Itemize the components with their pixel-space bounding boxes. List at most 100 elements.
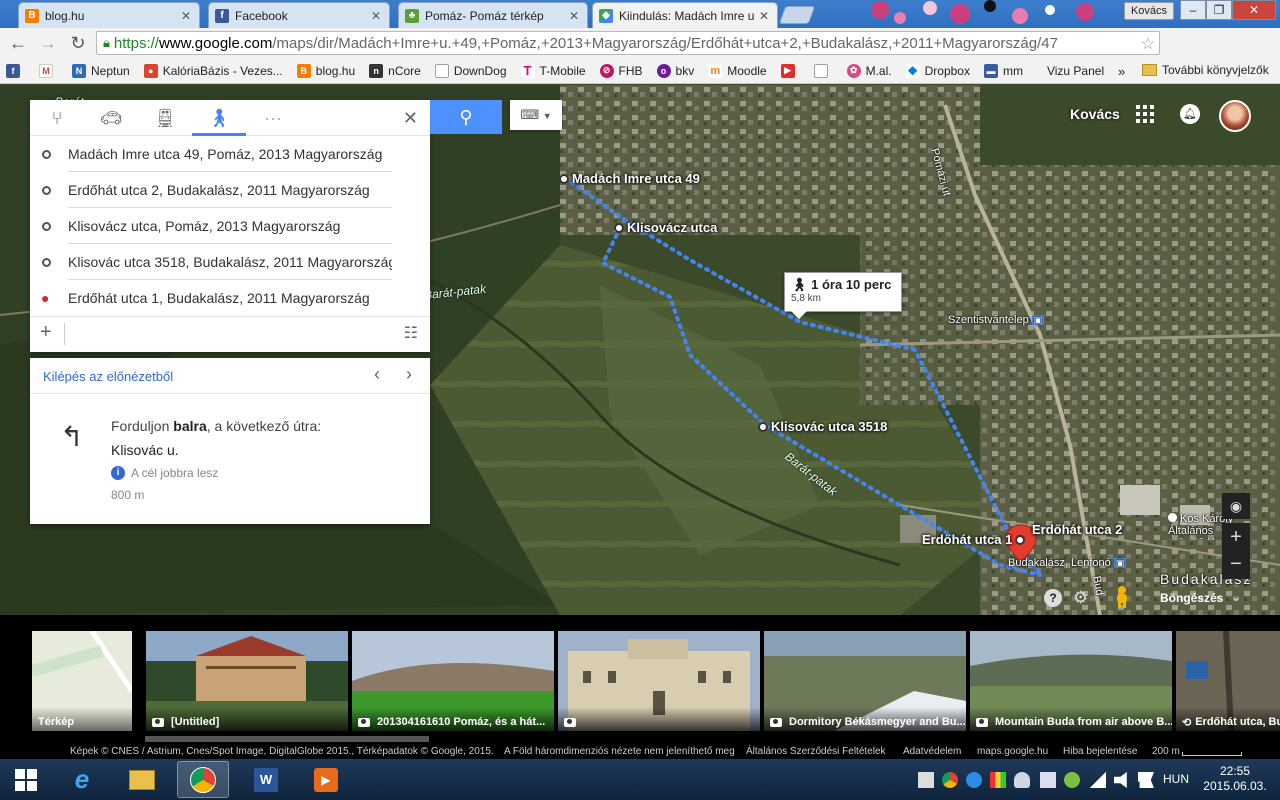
bookmark-page[interactable]: [813, 63, 833, 78]
mode-best-icon[interactable]: ⑂: [30, 100, 84, 136]
close-tab-icon[interactable]: ✕: [757, 9, 771, 23]
route-summary-bubble[interactable]: 🚶︎ 1 óra 10 perc 5,8 km: [784, 272, 902, 319]
waypoint-input[interactable]: Erdőhát utca 2, Budakalász, 2011 Magyaro…: [68, 172, 392, 208]
help-icon[interactable]: ?: [1044, 589, 1062, 607]
bookmark-downdog[interactable]: DownDog: [434, 63, 507, 78]
minimize-button[interactable]: –: [1180, 0, 1206, 20]
photo-thumbnail[interactable]: [Untitled]: [146, 631, 348, 731]
bookmark-bkv[interactable]: o bkv: [656, 63, 694, 78]
language-indicator[interactable]: HUN: [1163, 772, 1189, 786]
bookmark-youtube[interactable]: ▶: [780, 63, 800, 78]
terms-link[interactable]: Általános Szerződési Feltételek: [746, 746, 886, 757]
tray-windows-icon[interactable]: [918, 772, 934, 788]
add-destination-icon[interactable]: +: [40, 321, 52, 344]
route-options-icon[interactable]: ☷: [404, 323, 418, 343]
settings-gear-icon[interactable]: ⚙: [1073, 588, 1088, 608]
close-window-button[interactable]: ✕: [1232, 0, 1276, 20]
map-pin-klisovacz[interactable]: Klisovácz utca: [614, 220, 717, 235]
close-tab-icon[interactable]: ✕: [567, 9, 581, 23]
bus-stop-label[interactable]: Szentistvántelep ▣: [948, 314, 1045, 326]
mode-walking-icon[interactable]: 🚶︎: [192, 100, 246, 136]
waypoint-row[interactable]: ● Erdőhát utca 1, Budakalász, 2011 Magya…: [30, 280, 430, 316]
browse-label[interactable]: Böngészés: [1160, 591, 1223, 605]
keyboard-button[interactable]: ⌨ ▼: [510, 100, 562, 130]
bookmark-kaloriabazis[interactable]: ● KalóriaBázis - Vezes...: [143, 63, 283, 78]
privacy-link[interactable]: Adatvédelem: [903, 746, 961, 757]
more-modes-icon[interactable]: ···: [246, 100, 300, 136]
mode-car-icon[interactable]: 🚗︎: [84, 100, 138, 136]
profile-button[interactable]: Kovács: [1124, 2, 1174, 20]
tray-signal-icon[interactable]: [1090, 772, 1106, 788]
photo-thumbnail[interactable]: [558, 631, 760, 731]
tab-facebook[interactable]: f Facebook ✕: [208, 2, 390, 28]
report-error-link[interactable]: Hiba bejelentése: [1063, 746, 1138, 757]
bus-stop-label[interactable]: Budakalász, Lenfonó ▣: [1008, 557, 1127, 569]
previous-step-icon[interactable]: ‹: [374, 364, 380, 385]
taskbar-word[interactable]: W: [240, 761, 292, 798]
photo-strip-scrollbar[interactable]: [145, 736, 429, 742]
system-clock[interactable]: 22:55 2015.06.03.: [1202, 764, 1268, 794]
tray-speaker-icon[interactable]: [1114, 772, 1127, 788]
tray-chrome-icon[interactable]: [942, 772, 958, 788]
waypoint-row[interactable]: Madách Imre utca 49, Pomáz, 2013 Magyaro…: [30, 136, 430, 172]
tray-cloud-icon[interactable]: [1014, 772, 1030, 788]
taskbar-file-explorer[interactable]: [116, 761, 168, 798]
mode-transit-icon[interactable]: 🚆︎: [138, 100, 192, 136]
photo-thumbnail[interactable]: Dormitory Békásmegyer and Bu...: [764, 631, 966, 731]
account-name[interactable]: Kovács: [1070, 106, 1120, 122]
bookmark-mal[interactable]: ✿ M.al.: [846, 63, 892, 78]
bookmark-star-icon[interactable]: ☆: [1141, 34, 1155, 54]
start-button[interactable]: [0, 761, 52, 798]
forward-arrow-icon[interactable]: →: [36, 31, 60, 55]
waypoint-row[interactable]: Klisovácz utca, Pomáz, 2013 Magyarország: [30, 208, 430, 244]
next-step-icon[interactable]: ›: [406, 364, 412, 385]
close-directions-icon[interactable]: ✕: [403, 108, 418, 129]
domain-link[interactable]: maps.google.hu: [977, 746, 1048, 757]
map-pin-madach[interactable]: Madách Imre utca 49: [559, 171, 700, 186]
taskbar-chrome[interactable]: [177, 761, 229, 798]
collapse-chevron-icon[interactable]: ⌄: [1230, 588, 1242, 605]
search-button[interactable]: ⚲: [430, 100, 502, 134]
tray-battery-icon[interactable]: [990, 772, 1006, 788]
tray-network-icon[interactable]: [1040, 772, 1056, 788]
bookmark-neptun[interactable]: N Neptun: [72, 63, 130, 78]
street-view-thumbnail[interactable]: ⟲ Erdőhát utca, Bu: [1176, 631, 1280, 731]
waypoint-row[interactable]: Erdőhát utca 2, Budakalász, 2011 Magyaro…: [30, 172, 430, 208]
close-tab-icon[interactable]: ✕: [179, 9, 193, 23]
photo-thumbnail[interactable]: 201304161610 Pomáz, és a hát...: [352, 631, 554, 731]
bookmark-fhb[interactable]: ⊘ FHB: [599, 63, 643, 78]
waypoint-input[interactable]: Klisovác utca 3518, Budakalász, 2011 Mag…: [68, 244, 392, 280]
bookmark-dropbox[interactable]: ❖ Dropbox: [905, 63, 970, 78]
tray-vodafone-icon[interactable]: [1064, 772, 1080, 788]
photo-thumbnail[interactable]: Mountain Buda from air above B...: [970, 631, 1172, 731]
bookmark-blog[interactable]: Bblog.hu: [296, 63, 355, 78]
tab-google-maps[interactable]: ◆ Kiindulás: Madách Imre u ✕: [592, 2, 778, 28]
zoom-in-button[interactable]: +: [1222, 523, 1250, 551]
other-bookmarks-folder[interactable]: További könyvjelzők: [1142, 63, 1269, 77]
tray-app-icon[interactable]: [966, 772, 982, 788]
waypoint-input[interactable]: Klisovácz utca, Pomáz, 2013 Magyarország: [68, 208, 392, 244]
apps-grid-icon[interactable]: [1136, 105, 1154, 123]
avatar[interactable]: [1219, 100, 1251, 132]
close-tab-icon[interactable]: ✕: [369, 9, 383, 23]
bookmark-moodle[interactable]: m Moodle: [708, 63, 767, 78]
map-pin-erdohat-2[interactable]: Erdőhát utca 2: [1032, 522, 1122, 537]
bookmark-ncore[interactable]: n nCore: [369, 63, 421, 78]
bookmarks-overflow-button[interactable]: »: [1118, 64, 1125, 79]
address-bar[interactable]: 🔒︎ https://www.google.com/maps/dir/Madác…: [96, 31, 1160, 55]
taskbar-internet-explorer[interactable]: e: [56, 761, 108, 798]
taskbar-media-player[interactable]: ▶: [300, 761, 352, 798]
tab-blog[interactable]: B blog.hu ✕: [18, 2, 200, 28]
bookmark-gmail[interactable]: M: [39, 63, 58, 78]
notifications-bell-icon[interactable]: 🔔︎: [1180, 104, 1200, 124]
bookmark-facebook[interactable]: f: [6, 63, 25, 78]
restore-button[interactable]: ❐: [1206, 0, 1232, 20]
exit-preview-link[interactable]: Kilépés az előnézetből: [43, 369, 173, 384]
bookmark-vizu-panel[interactable]: Vizu Panel: [1047, 64, 1104, 78]
bookmark-mm[interactable]: ▬ mm: [983, 63, 1023, 78]
waypoint-input[interactable]: Madách Imre utca 49, Pomáz, 2013 Magyaro…: [68, 136, 392, 172]
tray-flag-icon[interactable]: [1138, 772, 1154, 788]
waypoint-input[interactable]: Erdőhát utca 1, Budakalász, 2011 Magyaro…: [68, 280, 392, 316]
map-pin-erdohat-1[interactable]: Erdőhát utca 1: [922, 532, 1028, 547]
waypoint-row[interactable]: Klisovác utca 3518, Budakalász, 2011 Mag…: [30, 244, 430, 280]
